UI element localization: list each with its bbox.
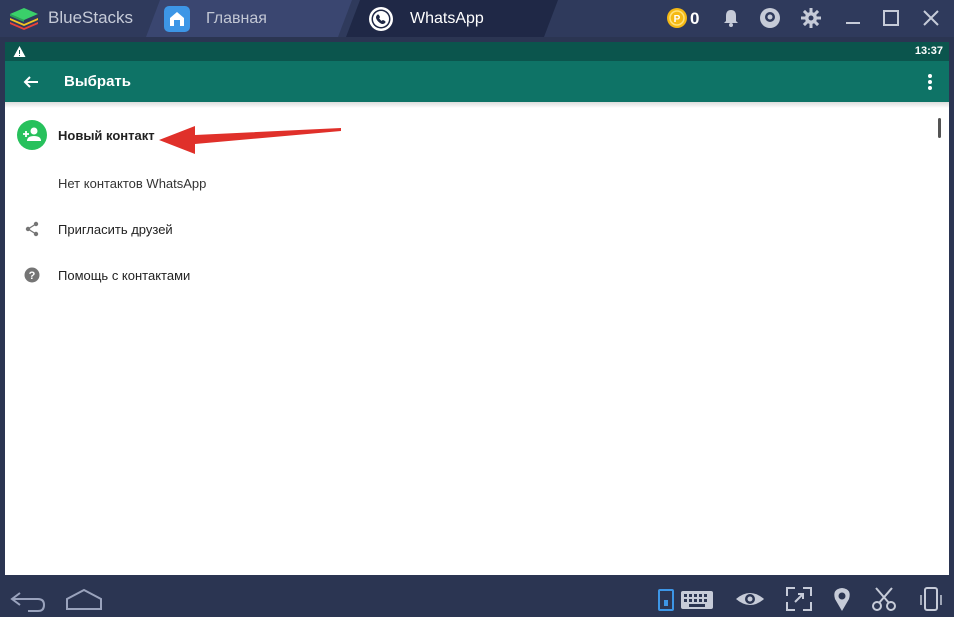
status-time: 13:37 [914, 45, 943, 57]
whatsapp-icon [368, 6, 394, 32]
annotation-arrow-icon [159, 126, 341, 154]
app-toolbar: Выбрать [5, 61, 949, 102]
keyboard-icon[interactable] [680, 585, 714, 613]
help-icon: ? [24, 267, 40, 283]
portrait-icon[interactable] [656, 585, 676, 613]
back-arrow-icon[interactable] [22, 73, 40, 91]
maximize-icon[interactable] [880, 7, 902, 29]
toolbar-shadow [5, 102, 949, 108]
app-name: BlueStacks [48, 8, 134, 27]
minimize-icon[interactable] [842, 7, 864, 29]
new-contact-label: Новый контакт [58, 128, 155, 143]
bell-icon[interactable] [720, 7, 742, 29]
bottom-bar [0, 580, 954, 617]
title-bar: BlueStacks Главная WhatsApp P 0 [0, 0, 954, 37]
status-bar: 13:37 [5, 42, 949, 61]
account-icon[interactable] [759, 7, 781, 29]
overflow-menu-icon[interactable] [927, 72, 933, 92]
home-icon[interactable] [64, 585, 104, 613]
coin-icon[interactable]: P [666, 7, 688, 29]
location-icon[interactable] [830, 585, 854, 613]
fullscreen-icon[interactable] [784, 585, 814, 613]
tab-home[interactable]: Главная [146, 0, 352, 37]
tab-home-label: Главная [206, 10, 267, 27]
coin-count: 0 [690, 9, 700, 28]
contacts-help-label: Помощь с контактами [58, 268, 191, 283]
svg-text:?: ? [29, 270, 36, 282]
contacts-help-item[interactable]: ? Помощь с контактами [5, 252, 949, 298]
bluestacks-window: BlueStacks Главная WhatsApp P 0 13:37 Вы… [0, 0, 954, 617]
add-contact-icon [17, 120, 47, 150]
back-icon[interactable] [8, 585, 48, 613]
invite-friends-item[interactable]: Пригласить друзей [5, 206, 949, 252]
share-icon [25, 221, 39, 237]
tab-whatsapp-label: WhatsApp [410, 10, 484, 27]
close-icon[interactable] [920, 7, 942, 29]
no-contacts-item: Нет контактов WhatsApp [5, 161, 949, 207]
scrollbar[interactable] [938, 118, 941, 138]
warning-icon [13, 46, 26, 57]
svg-text:P: P [674, 14, 681, 25]
gear-icon[interactable] [800, 7, 822, 29]
bluestacks-logo-icon [10, 8, 38, 30]
eye-icon[interactable] [734, 585, 766, 613]
scissors-icon[interactable] [870, 585, 898, 613]
home-icon [164, 6, 190, 32]
phone-rotate-icon[interactable] [918, 585, 944, 613]
android-screen: 13:37 Выбрать Новый контакт Нет контакто… [5, 42, 949, 575]
no-contacts-label: Нет контактов WhatsApp [58, 176, 207, 191]
tab-whatsapp[interactable]: WhatsApp [346, 0, 558, 37]
page-title: Выбрать [64, 73, 131, 90]
invite-friends-label: Пригласить друзей [58, 222, 173, 237]
new-contact-item[interactable]: Новый контакт [5, 113, 949, 159]
